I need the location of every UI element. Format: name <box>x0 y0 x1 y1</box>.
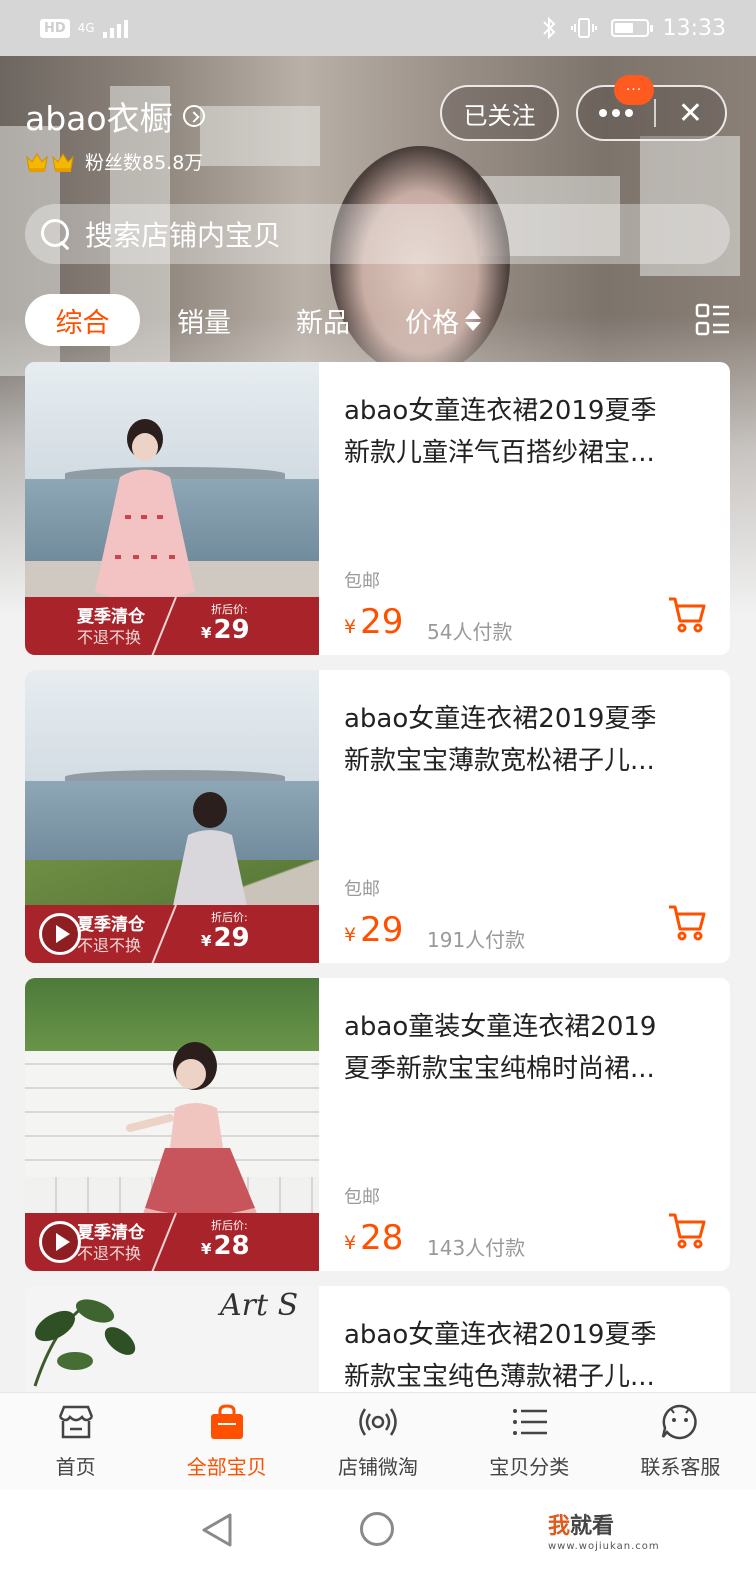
vibrate-icon <box>570 18 597 38</box>
home-icon[interactable] <box>360 1512 394 1546</box>
add-to-cart-icon[interactable] <box>667 1210 707 1250</box>
sort-arrows-icon <box>465 309 481 331</box>
system-navigation-bar: 我就看 www.wojiukan.com <box>0 1490 756 1570</box>
clearance-banner: 夏季清仓 不退不换 折后价: ¥29 <box>25 596 319 655</box>
bottom-tab-bar: 首页 全部宝贝 店铺微淘 宝贝分类 联系客服 <box>0 1392 756 1490</box>
signal-icon <box>102 18 128 38</box>
play-video-icon[interactable] <box>39 913 81 955</box>
follow-button[interactable]: 已关注 <box>440 85 559 141</box>
tab-sales[interactable]: 销量 <box>177 294 231 346</box>
nav-weitao-label: 店铺微淘 <box>338 1455 418 1479</box>
crown-icon <box>51 151 75 173</box>
nav-all-items[interactable]: 全部宝贝 <box>151 1393 302 1490</box>
bluetooth-icon <box>542 16 556 40</box>
hd-indicator: HD <box>40 18 70 38</box>
nav-home[interactable]: 首页 <box>0 1393 151 1490</box>
sold-count: 54人付款 <box>427 620 513 644</box>
close-button[interactable]: ✕ <box>656 87 725 139</box>
search-icon <box>39 217 73 251</box>
product-title: abao女童连衣裙2019夏季 新款儿童洋气百搭纱裙宝... <box>344 396 657 468</box>
crown-icon <box>25 151 49 173</box>
fans-count: 粉丝数85.8万 <box>85 152 204 174</box>
free-shipping-label: 包邮 <box>344 879 380 900</box>
network-type: 4G <box>77 21 95 35</box>
tab-all[interactable]: 综合 <box>25 294 140 346</box>
search-placeholder: 搜索店铺内宝贝 <box>85 219 282 252</box>
sold-count: 143人付款 <box>427 1236 526 1260</box>
nav-categories-label: 宝贝分类 <box>489 1455 570 1479</box>
tab-price[interactable]: 价格 <box>405 294 481 346</box>
nav-weitao[interactable]: 店铺微淘 <box>302 1393 453 1490</box>
list-icon <box>513 1409 548 1435</box>
add-to-cart-icon[interactable] <box>667 902 707 942</box>
tab-new[interactable]: 新品 <box>296 294 350 346</box>
broadcast-icon <box>359 1408 397 1436</box>
product-card[interactable]: 夏季清仓 不退不换 折后价: ¥29 abao女童连衣裙2019夏季 新款儿童洋… <box>25 362 730 655</box>
shopping-bag-icon <box>210 1404 243 1439</box>
clock: 13:33 <box>662 15 726 41</box>
free-shipping-label: 包邮 <box>344 571 380 592</box>
product-card[interactable]: 夏季清仓 不退不换 折后价: ¥28 abao童装女童连衣裙2019 夏季新款宝… <box>25 978 730 1271</box>
nav-all-items-label: 全部宝贝 <box>186 1455 267 1479</box>
sort-tabs: 综合 销量 新品 价格 <box>25 294 735 346</box>
store-icon <box>58 1405 93 1439</box>
product-price: ¥29 <box>344 910 404 950</box>
thumb-script-text: Art S <box>220 1288 299 1323</box>
shop-name-link[interactable]: abao衣橱 <box>25 92 205 140</box>
tab-price-label: 价格 <box>405 307 459 339</box>
product-price: ¥28 <box>344 1218 404 1258</box>
product-card[interactable]: 夏季清仓 不退不换 折后价: ¥29 abao女童连衣裙2019夏季 新款宝宝薄… <box>25 670 730 963</box>
nav-customer-service-label: 联系客服 <box>640 1455 721 1479</box>
close-icon: ✕ <box>677 95 704 131</box>
nav-categories[interactable]: 宝贝分类 <box>454 1393 605 1490</box>
play-video-icon[interactable] <box>39 1221 81 1263</box>
shop-name: abao衣橱 <box>25 99 173 138</box>
shop-search-input[interactable]: 搜索店铺内宝贝 <box>25 204 730 264</box>
shop-stats: 粉丝数85.8万 <box>25 148 203 175</box>
nav-home-label: 首页 <box>55 1455 96 1479</box>
free-shipping-label: 包邮 <box>344 1187 380 1208</box>
product-price: ¥29 <box>344 602 404 642</box>
chat-face-icon <box>662 1404 698 1440</box>
sold-count: 191人付款 <box>427 928 526 952</box>
layout-toggle-icon[interactable] <box>695 302 731 338</box>
chevron-right-circle-icon <box>182 105 205 127</box>
product-title: abao女童连衣裙2019夏季 新款宝宝纯色薄款裙子儿... <box>344 1320 657 1392</box>
message-badge: ··· <box>614 75 654 105</box>
watermark: 我就看 www.wojiukan.com <box>548 1514 660 1552</box>
crown-rating <box>25 151 75 173</box>
status-bar: HD 4G 13:33 <box>0 0 756 56</box>
back-icon[interactable] <box>200 1512 234 1548</box>
battery-icon <box>610 19 653 37</box>
add-to-cart-icon[interactable] <box>667 594 707 634</box>
product-title: abao童装女童连衣裙2019 夏季新款宝宝纯棉时尚裙... <box>344 1012 657 1084</box>
product-title: abao女童连衣裙2019夏季 新款宝宝薄款宽松裙子儿... <box>344 704 657 776</box>
nav-customer-service[interactable]: 联系客服 <box>605 1393 756 1490</box>
